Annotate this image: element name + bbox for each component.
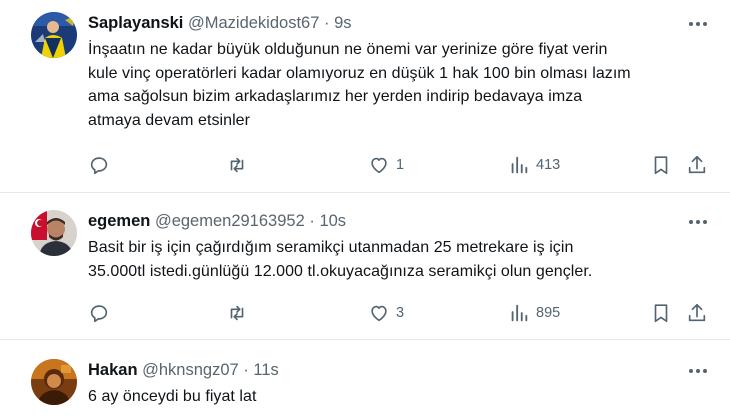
tweet-text-line: kule vinç operatörleri kadar olamıyoruz … [88,64,631,82]
view-count: 413 [536,157,561,173]
retweet-button[interactable] [226,296,248,330]
more-icon[interactable] [686,361,710,381]
tweet-header: egemen @egemen29163952 · 10s [88,210,710,232]
avatar[interactable] [31,12,77,58]
reply-icon [90,157,108,175]
share-icon [688,155,706,174]
more-icon[interactable] [686,14,710,34]
views-icon [511,156,528,174]
separator-dot: · [323,14,330,32]
bookmark-button[interactable] [650,296,672,330]
timestamp[interactable]: 11s [253,361,278,379]
action-bar: 1 413 [78,148,718,182]
display-name[interactable]: egemen [88,212,150,230]
like-icon [371,305,387,322]
tweet-header: Hakan @hknsngz07 · 11s [88,359,710,381]
like-button[interactable]: 3 [368,296,404,330]
tweet[interactable]: Saplayanski @Mazidekidost67 · 9s İnşaatı… [0,0,730,193]
retweet-icon [230,305,244,321]
tweet-text: Basit bir iş için çağırdığım seramikçi u… [88,236,710,283]
tweet-text-line: İnşaatın ne kadar büyük olduğunun ne öne… [88,41,608,58]
separator-dot: · [243,361,249,379]
tweet-text-line: atmaya devam etsinler [88,111,251,129]
more-icon[interactable] [686,212,710,232]
like-count: 3 [396,305,405,321]
tweet-header: Saplayanski @Mazidekidost67 · 9s [88,12,710,34]
timestamp[interactable]: 10s [319,212,346,230]
tweet-text-line: 6 ay önceydi bu fiyat lat [88,388,257,405]
bookmark-button[interactable] [650,148,672,182]
reply-button[interactable] [88,148,110,182]
user-handle[interactable]: @hknsngz07 [142,361,239,379]
user-handle[interactable]: @egemen29163952 [155,212,305,230]
like-button[interactable]: 1 [368,148,404,182]
bookmark-icon [654,156,668,175]
user-handle[interactable]: @Mazidekidost67 [188,14,319,32]
avatar[interactable] [31,359,77,405]
like-icon [371,157,387,174]
share-button[interactable] [686,296,708,330]
views-icon [511,304,528,322]
reply-button[interactable] [88,296,110,330]
tweet-text-line: 35.000tl istedi.günlüğü 12.000 tl.okuyac… [88,262,593,280]
tweet-text: İnşaatın ne kadar büyük olduğunun ne öne… [88,38,710,132]
views-button[interactable]: 413 [508,148,560,182]
retweet-button[interactable] [226,148,248,182]
display-name[interactable]: Hakan [88,361,138,379]
retweet-icon [230,157,244,173]
tweet[interactable]: Hakan @hknsngz07 · 11s 6 ay önceydi bu f… [0,341,730,420]
views-button[interactable]: 895 [508,296,560,330]
share-button[interactable] [686,148,708,182]
tweet-text-line: Basit bir iş için çağırdığım seramikçi u… [88,239,574,256]
timestamp[interactable]: 9s [334,14,351,32]
view-count: 895 [536,305,561,321]
avatar[interactable] [31,210,77,256]
tweet-text-line: ama sağolsun bizim arkadaşlarımız her ye… [88,88,583,105]
action-bar: 3 895 [78,296,718,330]
display-name[interactable]: Saplayanski [88,14,183,32]
like-count: 1 [396,157,405,173]
share-icon [688,303,706,322]
bookmark-icon [654,304,668,323]
tweet-text: 6 ay önceydi bu fiyat lat [88,385,710,409]
separator-dot: · [309,212,315,230]
reply-icon [90,305,108,323]
tweet[interactable]: egemen @egemen29163952 · 10s Basit bir i… [0,194,730,340]
